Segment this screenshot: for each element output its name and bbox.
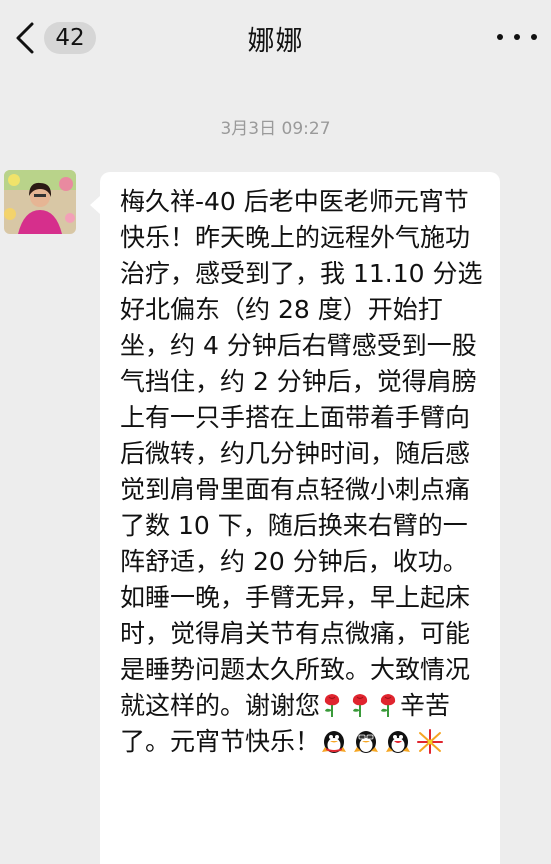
dot-icon — [514, 34, 520, 40]
rose-emoji — [352, 694, 368, 717]
message-text: 梅久祥-40 后老中医老师元宵节快乐！昨天晚上的远程外气施功治疗，感受到了，我 … — [120, 184, 490, 760]
rose-emoji-group — [320, 692, 400, 718]
firework-emoji — [417, 729, 444, 754]
message-timestamp: 3月3日 09:27 — [220, 119, 331, 139]
dot-icon — [531, 34, 537, 40]
avatar[interactable] — [4, 170, 76, 234]
message-text-main: 梅久祥-40 后老中医老师元宵节快乐！昨天晚上的远程外气施功治疗，感受到了，我 … — [120, 187, 483, 720]
rose-emoji — [324, 694, 340, 717]
qq-penguin-emoji — [386, 731, 411, 753]
chat-title: 娜娜 — [247, 26, 304, 57]
message-bubble[interactable]: 梅久祥-40 后老中医老师元宵节快乐！昨天晚上的远程外气施功治疗，感受到了，我 … — [90, 172, 500, 864]
penguin-emoji-group — [320, 728, 444, 754]
more-options-button[interactable] — [497, 22, 537, 52]
dot-icon — [497, 34, 503, 40]
rose-emoji — [380, 694, 396, 717]
qq-penguin-emoji — [322, 731, 347, 753]
avatar-photo-icon — [4, 170, 76, 234]
top-nav-bar: 42 娜娜 — [0, 0, 551, 72]
qq-penguin-emoji — [354, 731, 379, 753]
